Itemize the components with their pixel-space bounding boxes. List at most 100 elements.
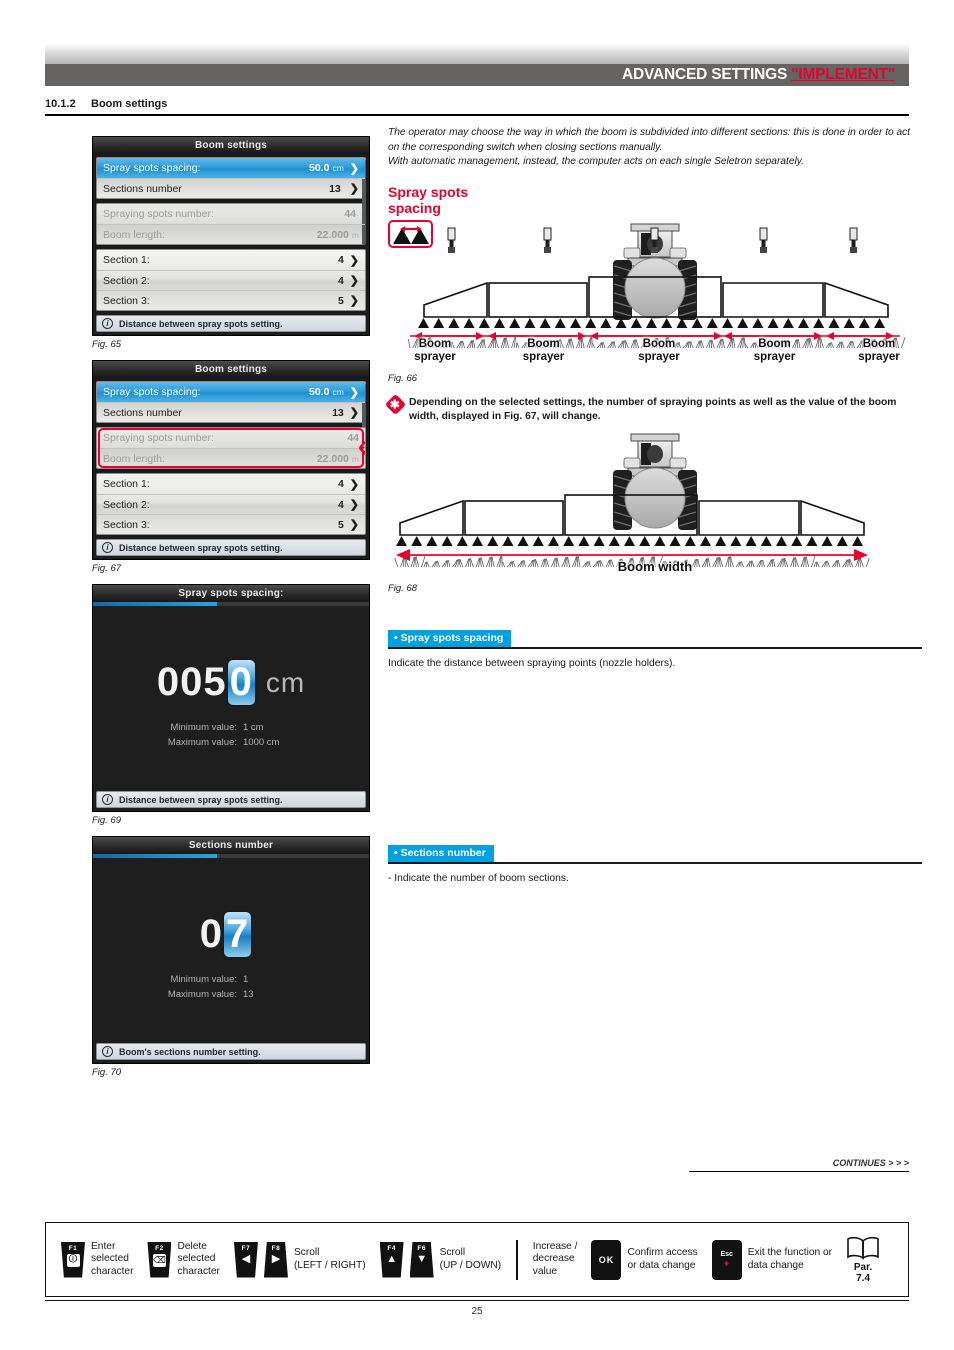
- value-digits: 005: [156, 660, 227, 704]
- key-label: F7: [241, 1244, 251, 1252]
- row-section-3[interactable]: Section 3: 5 ❯: [97, 514, 365, 534]
- star-glyph: ✱: [363, 441, 366, 455]
- value-cursor-digit[interactable]: 7: [224, 912, 252, 957]
- block-body: Indicate the distance between spraying p…: [388, 657, 676, 669]
- tractor-illustration: [613, 433, 697, 530]
- row-value: 5: [337, 518, 344, 531]
- progress-bar: [93, 854, 369, 858]
- row-label: Section 1:: [103, 478, 150, 490]
- info-text: Distance between spray spots setting.: [119, 542, 283, 553]
- chevron-right-icon: ❯: [349, 407, 359, 419]
- key-legend-f1: F1 🛈 Enter selected character: [54, 1241, 140, 1279]
- row-unit: m: [351, 453, 359, 464]
- boom-label-1: Boom sprayer: [414, 337, 456, 363]
- row-spraying-spots-number: Spraying spots number: 44: [97, 204, 365, 224]
- minimum-value-row: Minimum value: 1: [93, 972, 369, 987]
- f6-key-icon[interactable]: F6 ▼: [409, 1241, 434, 1278]
- editor-body: 005 0 cm Minimum value: 1 cm Maximum value…: [93, 602, 369, 788]
- boom-label-5: Boom sprayer: [858, 337, 900, 363]
- row-value: 13: [332, 406, 344, 419]
- row-value: 4: [337, 478, 344, 490]
- arrow-left-icon: ◀: [241, 1252, 251, 1265]
- heading-line-1: Spray spots: [388, 183, 469, 200]
- block-sections-number: • Sections number - Indicate the number …: [388, 843, 922, 886]
- enter-character-icon: 🛈: [66, 1253, 80, 1267]
- row-value: 4: [337, 254, 344, 266]
- chevron-right-icon: ❯: [349, 183, 359, 195]
- row-section-3[interactable]: Section 3: 5 ❯: [97, 290, 365, 310]
- settings-group-sections: Section 1: 4 ❯ Section 2: 4 ❯ Section 3:…: [96, 249, 366, 311]
- boom-label-4: Boom sprayer: [753, 337, 796, 363]
- info-icon: i: [102, 794, 113, 805]
- value-display[interactable]: 005 0 cm: [93, 660, 369, 705]
- boom-section-labels: Boom sprayer Boom sprayer Boom sprayer Boom…: [388, 338, 922, 364]
- row-boom-length: Boom length: 22.000 m: [97, 224, 365, 244]
- key-legend-text: Scroll (UP / DOWN): [439, 1247, 502, 1271]
- f4-key-icon[interactable]: F4 ▲: [379, 1241, 404, 1278]
- key-label: F4: [387, 1244, 396, 1252]
- arrow-right-icon: ▶: [271, 1252, 281, 1265]
- header-gradient-strip: [45, 44, 909, 64]
- row-value: 50.0: [309, 162, 330, 174]
- nozzle-holder-icons: [447, 227, 858, 253]
- settings-group-readonly-highlighted: Spraying spots number: 44 Boom length: 2…: [96, 427, 366, 469]
- row-label: Section 1:: [103, 254, 150, 266]
- row-section-2[interactable]: Section 2: 4 ❯: [97, 494, 365, 514]
- chevron-right-icon: ❯: [349, 254, 359, 267]
- ok-key-icon[interactable]: OK: [591, 1239, 622, 1280]
- key-label: F2: [155, 1244, 164, 1252]
- key-legend-esc: Esc ♦ Exit the function or data change: [705, 1239, 839, 1280]
- key-legend-f4-f6: F4 ▲ F6 ▼ Scroll (UP / DOWN): [373, 1241, 509, 1278]
- f1-key-icon[interactable]: F1 🛈: [61, 1241, 85, 1278]
- row-section-1[interactable]: Section 1: 4 ❯: [97, 250, 365, 270]
- minimum-value: 1: [243, 974, 249, 985]
- row-sections-number[interactable]: Sections number 13 ❯: [97, 402, 365, 422]
- key-legend-increase-decrease: Increase / decrease value: [526, 1241, 585, 1279]
- esc-dot-icon: ♦: [724, 1258, 729, 1268]
- info-icon: i: [102, 318, 113, 329]
- esc-key-icon[interactable]: Esc ♦: [711, 1239, 742, 1280]
- screen-title: Boom settings: [93, 361, 369, 378]
- progress-bar: [93, 602, 369, 606]
- maximum-value: 1000 cm: [243, 737, 280, 748]
- f8-key-icon[interactable]: F8 ▶: [263, 1241, 288, 1278]
- key-label: OK: [598, 1254, 615, 1265]
- key-legend-f2: F2 ⌫ Delete selected character: [140, 1241, 226, 1279]
- f2-key-icon[interactable]: F2 ⌫: [147, 1241, 172, 1278]
- block-tag: • Sections number: [388, 844, 494, 862]
- note-text: Depending on the selected settings, the …: [409, 396, 897, 422]
- maximum-label: Maximum value:: [167, 737, 237, 748]
- screen-boom-settings-fig67: Boom settings Spray spots spacing: 50.0 …: [92, 360, 370, 560]
- value-cursor-digit[interactable]: 0: [227, 660, 255, 705]
- manual-paragraph-ref: Par. 7.4: [853, 1261, 873, 1284]
- row-section-2[interactable]: Section 2: 4 ❯: [97, 270, 365, 290]
- row-section-1[interactable]: Section 1: 4 ❯: [97, 474, 365, 494]
- chevron-right-icon: ❯: [349, 275, 359, 287]
- status-info-bar: i Distance between spray spots setting.: [96, 791, 366, 808]
- row-unit: cm: [332, 163, 344, 173]
- screen-title: Boom settings: [93, 137, 369, 154]
- editor-body: 07 Minimum value: 1 Maximum value: 13: [93, 854, 369, 1040]
- page-number: 25: [45, 1300, 909, 1317]
- row-spray-spots-spacing[interactable]: Spray spots spacing: 50.0 cm ❯: [97, 382, 365, 402]
- chevron-right-icon: ❯: [349, 295, 359, 307]
- maximum-value-row: Maximum value: 13: [93, 987, 369, 1002]
- figure-caption-65: Fig. 65: [92, 339, 122, 350]
- row-sections-number[interactable]: Sections number 13 ❯: [97, 178, 365, 198]
- nozzle-markers: [396, 535, 863, 546]
- figure-caption-67: Fig. 67: [92, 563, 122, 574]
- value-limits: Minimum value: 1 cm Maximum value: 1000 cm: [93, 720, 369, 750]
- note-callout: ✱ Depending on the selected settings, th…: [384, 393, 922, 424]
- figure-caption-70: Fig. 70: [92, 1067, 122, 1078]
- key-legend-manual-ref: Par. 7.4: [839, 1236, 887, 1284]
- maximum-value-row: Maximum value: 1000 cm: [93, 735, 369, 750]
- block-spray-spots-spacing: • Spray spots spacing Indicate the dista…: [388, 628, 922, 671]
- key-legend-text: Increase / decrease value: [532, 1240, 578, 1277]
- row-spraying-spots-number: Spraying spots number: 44: [97, 428, 365, 448]
- row-spray-spots-spacing[interactable]: Spray spots spacing: 50.0 cm ❯: [97, 158, 365, 178]
- f7-key-icon[interactable]: F7 ◀: [233, 1241, 258, 1278]
- row-label: Section 2:: [103, 274, 150, 287]
- value-display[interactable]: 07: [93, 912, 369, 957]
- key-legend-text: Confirm access or data change: [627, 1247, 698, 1271]
- value-unit: cm: [265, 666, 306, 698]
